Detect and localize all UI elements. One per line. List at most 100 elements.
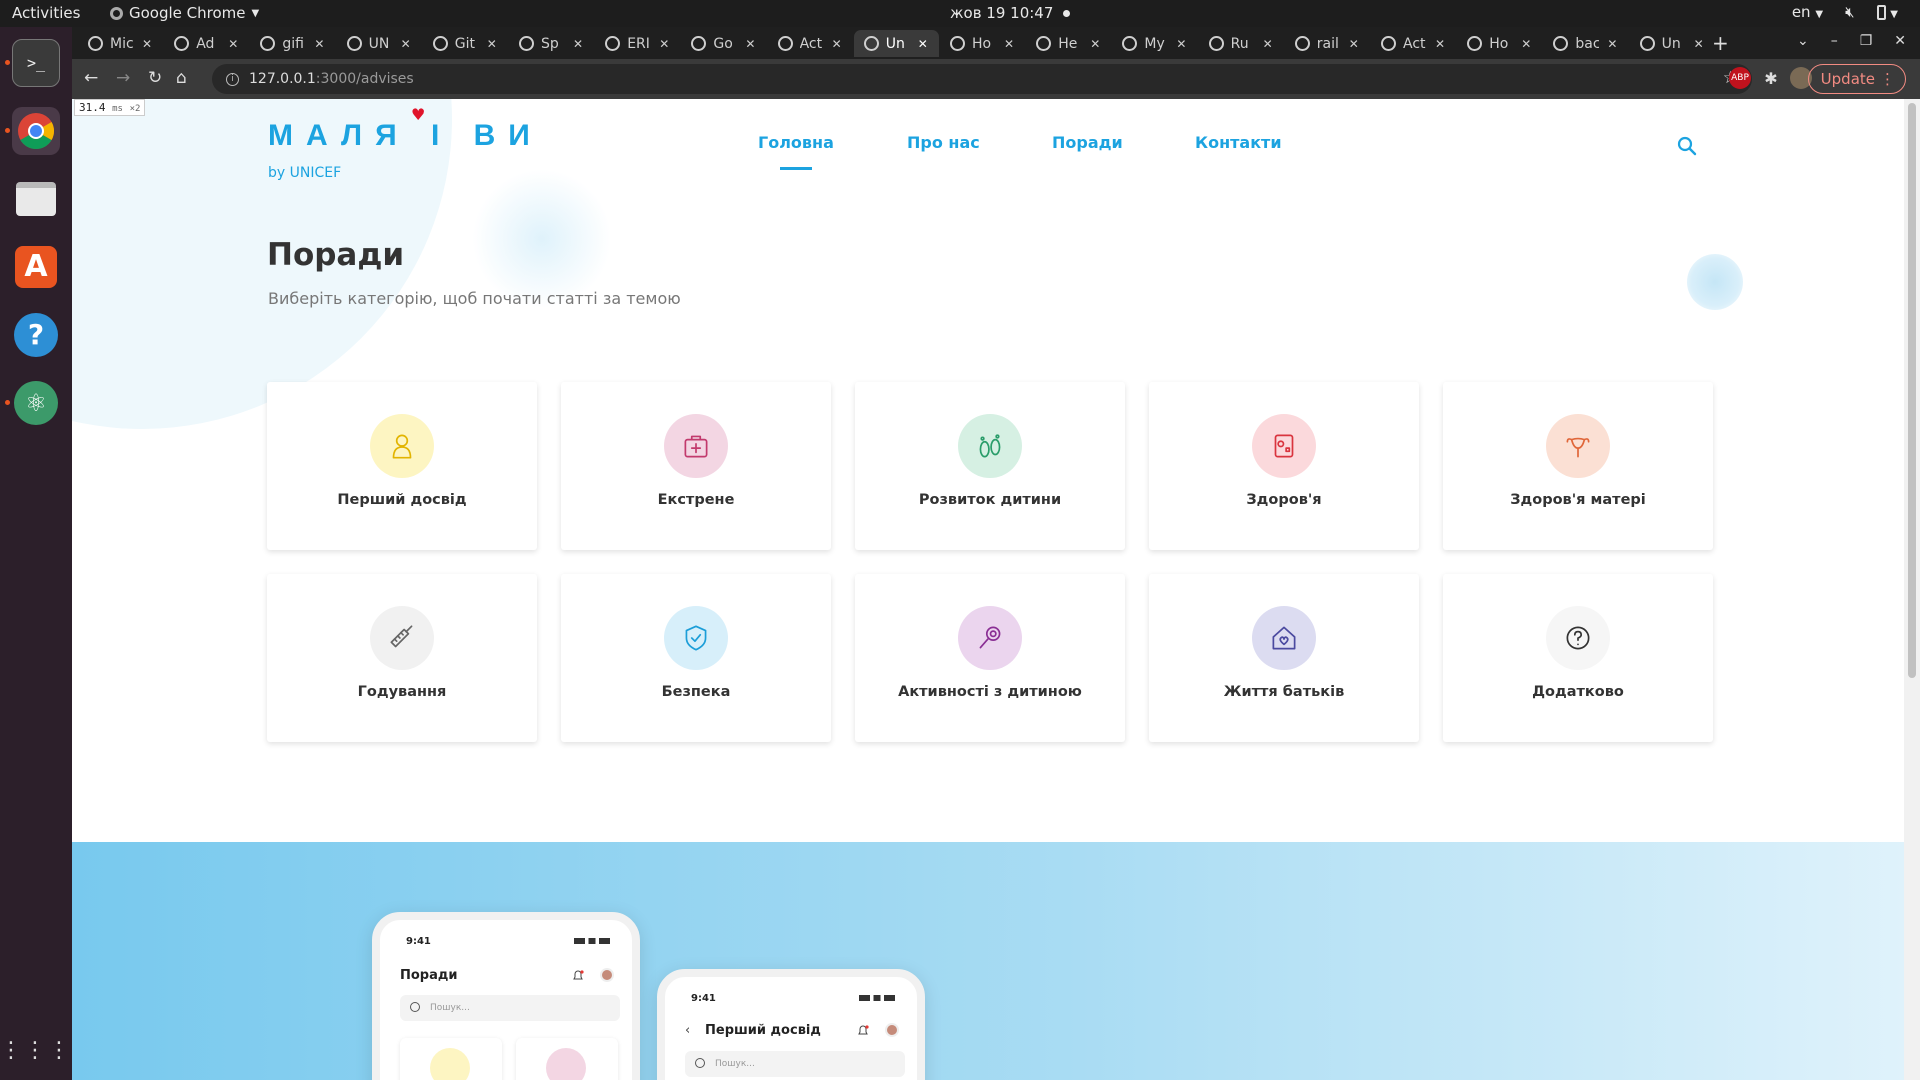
browser-tab[interactable]: Un ✕ [1630, 30, 1715, 57]
running-indicator [5, 400, 10, 405]
activities-button[interactable]: Activities [12, 4, 80, 22]
tab-close-icon[interactable]: ✕ [487, 37, 497, 51]
baby-feet-icon [979, 434, 1001, 458]
baby-icon [392, 434, 412, 459]
new-tab-button[interactable]: + [1712, 31, 1729, 55]
tab-close-icon[interactable]: ✕ [1607, 37, 1617, 51]
clock[interactable]: жов 19 10:47 [950, 4, 1071, 22]
update-button[interactable]: Update [1807, 64, 1906, 94]
browser-tab[interactable]: rail ✕ [1285, 30, 1370, 57]
tab-title: gifi [282, 35, 304, 52]
browser-tab[interactable]: Un ✕ [853, 30, 939, 57]
browser-tab[interactable]: Go ✕ [681, 30, 766, 57]
tab-close-icon[interactable]: ✕ [1694, 37, 1704, 51]
show-apps-icon[interactable]: ⋮⋮⋮ [0, 1027, 70, 1075]
chrome-icon[interactable] [12, 107, 60, 155]
maximize-button[interactable]: ❐ [1860, 33, 1873, 49]
language-indicator[interactable]: en ▼ [1792, 3, 1823, 21]
tab-title: Ad [196, 35, 215, 52]
tab-close-icon[interactable]: ✕ [1176, 37, 1186, 51]
tab-close-icon[interactable]: ✕ [1521, 37, 1531, 51]
browser-tab[interactable]: Act ✕ [768, 30, 853, 57]
site-info-icon[interactable]: i [226, 72, 239, 86]
system-tray[interactable]: en ▼ 🔇︎ ▼ [1792, 3, 1898, 21]
app-menu[interactable]: Google Chrome ▼ [110, 4, 259, 22]
browser-tab[interactable]: Ad ✕ [164, 30, 249, 57]
help-icon[interactable]: ? [12, 311, 60, 359]
browser-tab[interactable]: UN ✕ [337, 30, 422, 57]
nav-home[interactable]: Головна [758, 133, 834, 170]
browser-tab[interactable]: Git ✕ [423, 30, 508, 57]
browser-tab[interactable]: Mic ✕ [78, 30, 163, 57]
browser-tab[interactable]: gifi ✕ [250, 30, 335, 57]
tab-close-icon[interactable]: ✕ [1090, 37, 1100, 51]
perf-mult: ×2 [129, 104, 141, 114]
tab-close-icon[interactable]: ✕ [142, 37, 152, 51]
category-card[interactable]: Додатково [1443, 574, 1713, 742]
tab-close-icon[interactable]: ✕ [1004, 37, 1014, 51]
perf-value: 31.4 [79, 101, 106, 114]
tab-close-icon[interactable]: ✕ [228, 37, 238, 51]
reload-button[interactable]: ↻ [148, 68, 162, 88]
software-center-icon[interactable]: A [12, 243, 60, 291]
extensions-puzzle-icon[interactable]: ✱ [1760, 67, 1782, 89]
tab-strip: Mic ✕ Ad ✕ gifi ✕ UN ✕ Git ✕ Sp ✕ ERI ✕ Go ✕ Act ✕ Un ✕ Ho ✕ H… [72, 27, 1920, 59]
nav-advices[interactable]: Поради [1052, 133, 1123, 152]
minimize-button[interactable]: – [1831, 33, 1838, 49]
category-label: Перший досвід [337, 492, 467, 508]
tab-close-icon[interactable]: ✕ [832, 37, 842, 51]
browser-tab[interactable]: bac ✕ [1543, 30, 1628, 57]
atom-icon[interactable]: ⚛ [12, 379, 60, 427]
browser-tab[interactable]: My ✕ [1112, 30, 1197, 57]
close-window-button[interactable]: ✕ [1894, 33, 1906, 49]
decor-blur-circle [472, 169, 612, 309]
site-logo[interactable]: МАЛЯ І ВИ [268, 119, 543, 153]
category-card[interactable]: Життя батьків [1149, 574, 1419, 742]
nav-contacts[interactable]: Контакти [1195, 133, 1282, 152]
category-card[interactable]: Розвиток дитини [855, 382, 1125, 550]
browser-tab[interactable]: He ✕ [1026, 30, 1111, 57]
tab-close-icon[interactable]: ✕ [745, 37, 755, 51]
terminal-icon[interactable]: >_ [12, 39, 60, 87]
category-card[interactable]: Здоров'я [1149, 382, 1419, 550]
category-icon-circle [370, 606, 434, 670]
browser-tab[interactable]: Ho ✕ [1457, 30, 1542, 57]
forward-button[interactable]: → [116, 68, 130, 88]
home-button[interactable]: ⌂ [176, 68, 187, 88]
tab-close-icon[interactable]: ✕ [1349, 37, 1359, 51]
battery-icon[interactable]: ▼ [1876, 3, 1898, 21]
tab-close-icon[interactable]: ✕ [659, 37, 669, 51]
tab-close-icon[interactable]: ✕ [401, 37, 411, 51]
category-card[interactable]: Здоров'я матері [1443, 382, 1713, 550]
category-card[interactable]: Перший досвід [267, 382, 537, 550]
browser-tab[interactable]: Ho ✕ [940, 30, 1025, 57]
category-card[interactable]: Екстрене [561, 382, 831, 550]
search-icon[interactable] [1676, 135, 1698, 157]
nav-about[interactable]: Про нас [907, 133, 980, 152]
files-icon[interactable] [12, 175, 60, 223]
category-card[interactable]: Безпека [561, 574, 831, 742]
tab-close-icon[interactable]: ✕ [314, 37, 324, 51]
tab-search-icon[interactable]: ⌄ [1797, 33, 1809, 49]
category-card[interactable]: Годування [267, 574, 537, 742]
browser-tab[interactable]: Sp ✕ [509, 30, 594, 57]
tab-close-icon[interactable]: ✕ [573, 37, 583, 51]
tab-close-icon[interactable]: ✕ [1263, 37, 1273, 51]
tab-close-icon[interactable]: ✕ [918, 37, 928, 51]
browser-tab[interactable]: Ru ✕ [1199, 30, 1284, 57]
browser-tab[interactable]: Act ✕ [1371, 30, 1456, 57]
adblock-extension-icon[interactable]: ABP [1729, 67, 1751, 89]
phone-status-icons [574, 938, 610, 944]
back-button[interactable]: ← [84, 68, 98, 88]
browser-tab[interactable]: ERI ✕ [595, 30, 680, 57]
clock-label: жов 19 10:47 [950, 4, 1054, 22]
tab-title: bac [1575, 35, 1600, 52]
category-label: Безпека [661, 684, 731, 700]
category-card[interactable]: Активності з дитиною [855, 574, 1125, 742]
page-scrollbar[interactable] [1904, 99, 1920, 1080]
scrollbar-thumb[interactable] [1908, 103, 1916, 678]
volume-icon[interactable]: 🔇︎ [1845, 3, 1854, 21]
address-bar[interactable]: i 127.0.0.1:3000/advises ☆ [212, 64, 1752, 94]
tab-close-icon[interactable]: ✕ [1435, 37, 1445, 51]
tab-title: Git [454, 35, 476, 52]
